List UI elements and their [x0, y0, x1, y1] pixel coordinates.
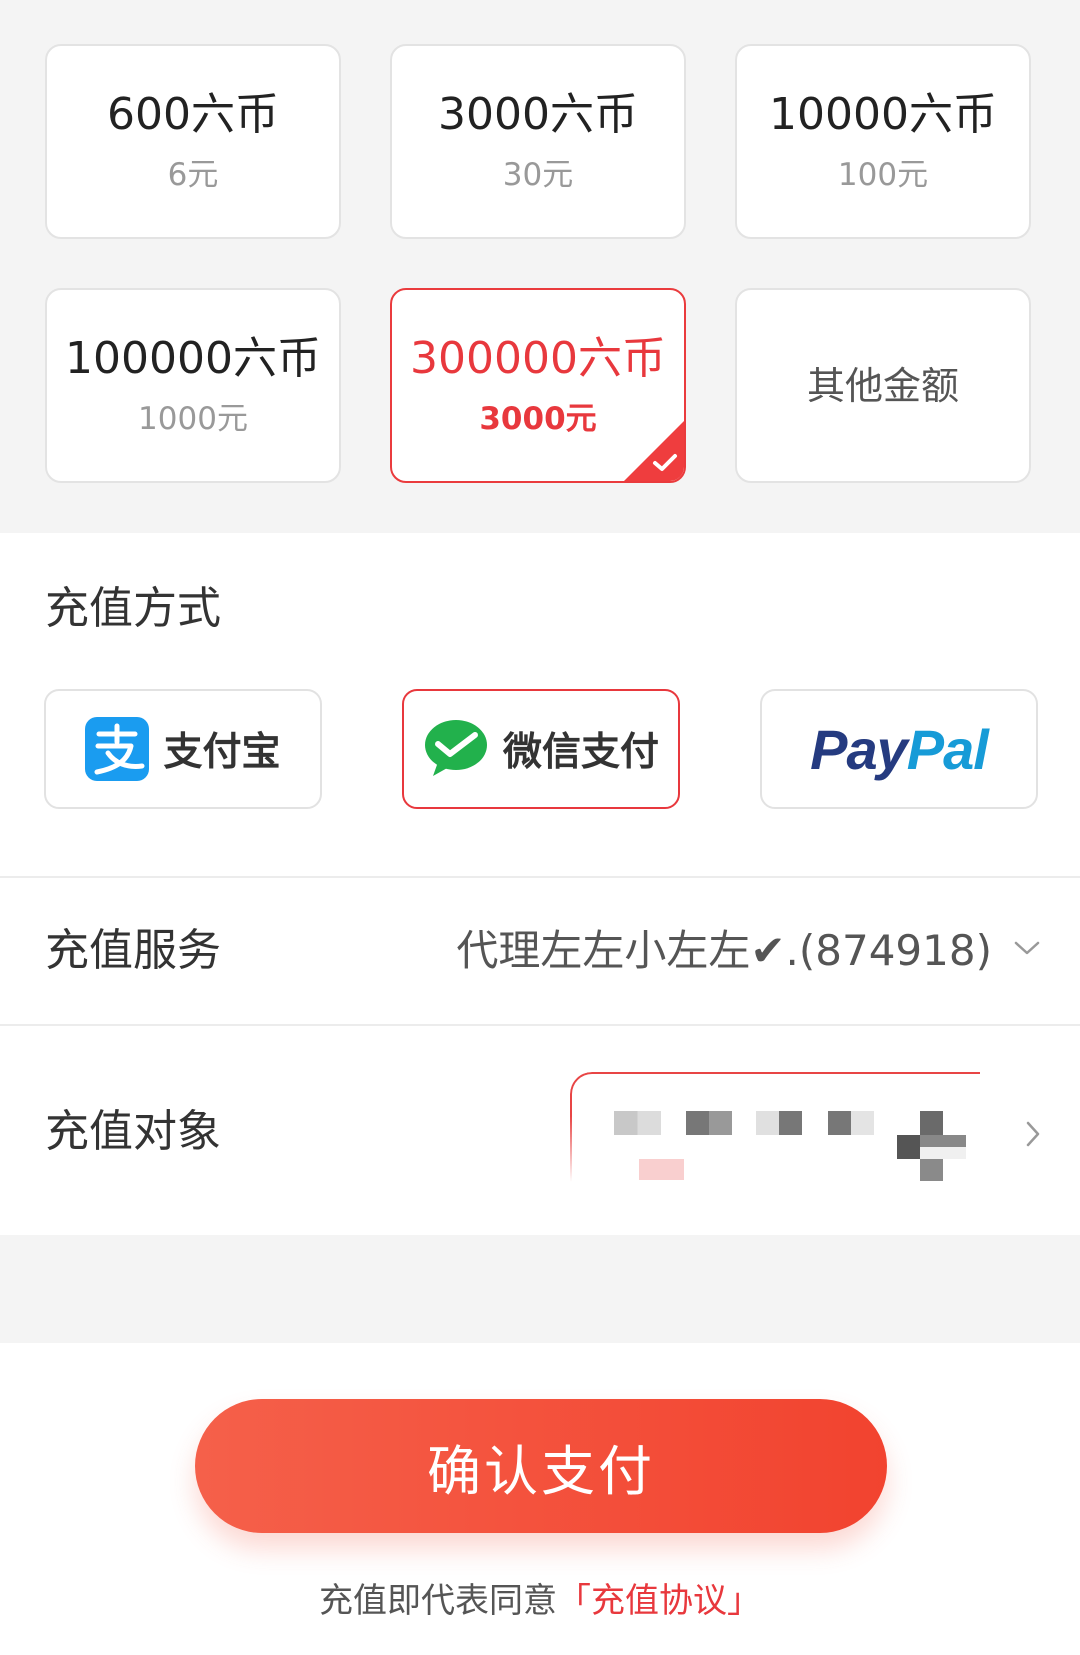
package-card[interactable]: 300000六币 3000元 [390, 288, 686, 483]
paypal-logo: PayPal [810, 717, 989, 782]
wechat-pay-label: 微信支付 [502, 730, 659, 775]
redaction-block [614, 1111, 661, 1135]
paypal-logo-part: Pay [810, 717, 908, 781]
other-amount-card[interactable]: 其他金额 [735, 288, 1031, 483]
wechat-pay-option[interactable]: 微信支付 [402, 689, 680, 809]
chevron-down-icon [1014, 941, 1040, 955]
redaction-block [756, 1111, 802, 1135]
payment-section-title: 充值方式 [45, 583, 221, 634]
redaction-block [920, 1159, 943, 1181]
paypal-logo-part: Pal [906, 717, 989, 781]
package-section: 600六币 6元 3000六币 30元 10000六币 100元 100000六… [0, 0, 1080, 533]
section-gap [0, 1235, 1080, 1343]
redaction-block [639, 1159, 684, 1180]
package-coins: 10000六币 [769, 88, 997, 140]
package-coins: 600六币 [107, 88, 279, 140]
confirm-pay-button[interactable]: 确认支付 [195, 1399, 887, 1533]
agreement-text: 充值即代表同意「充值协议」 [0, 1581, 1080, 1621]
alipay-label: 支付宝 [163, 730, 281, 775]
package-card[interactable]: 10000六币 100元 [735, 44, 1031, 239]
redaction-block [897, 1135, 920, 1159]
agreement-link[interactable]: 「充值协议」 [557, 1581, 761, 1621]
redaction-block [920, 1111, 943, 1135]
alipay-icon [85, 717, 150, 781]
other-amount-label: 其他金额 [806, 363, 959, 408]
confirm-pay-label: 确认支付 [427, 1439, 655, 1503]
package-price: 6元 [167, 156, 219, 193]
package-card[interactable]: 600六币 6元 [45, 44, 341, 239]
agreement-prefix: 充值即代表同意 [319, 1581, 557, 1621]
package-coins: 100000六币 [65, 332, 321, 384]
paypal-option[interactable]: PayPal [760, 689, 1038, 809]
package-coins: 3000六币 [438, 88, 638, 140]
redaction-block [828, 1111, 874, 1135]
package-grid: 600六币 6元 3000六币 30元 10000六币 100元 100000六… [45, 44, 1031, 483]
payment-method-section: 充值方式 支付宝 微信支付 PayPal [0, 533, 1080, 876]
selected-check-icon [624, 421, 684, 481]
package-card[interactable]: 100000六币 1000元 [45, 288, 341, 483]
payment-method-list: 支付宝 微信支付 PayPal [44, 689, 1038, 809]
package-price: 1000元 [138, 400, 248, 437]
wechat-pay-icon [424, 720, 487, 776]
redaction-block [686, 1111, 732, 1135]
recharge-target-label: 充值对象 [45, 1106, 221, 1157]
alipay-option[interactable]: 支付宝 [44, 689, 322, 809]
recharge-service-row[interactable]: 充值服务 代理左左小左左✔.(874918) [0, 878, 1080, 1024]
bottom-bar: 确认支付 充值即代表同意「充值协议」 [0, 1343, 1080, 1655]
package-price: 30元 [502, 156, 574, 193]
recharge-service-value: 代理左左小左左✔.(874918) [456, 926, 992, 975]
package-card[interactable]: 3000六币 30元 [390, 44, 686, 239]
package-price: 3000元 [479, 400, 597, 437]
recharge-target-row[interactable]: 充值对象 [0, 1026, 1080, 1235]
recharge-service-label: 充值服务 [45, 925, 221, 976]
package-price: 100元 [837, 156, 929, 193]
package-coins: 300000六币 [410, 332, 666, 384]
chevron-right-icon [1026, 1121, 1040, 1147]
redaction-block [920, 1135, 966, 1159]
